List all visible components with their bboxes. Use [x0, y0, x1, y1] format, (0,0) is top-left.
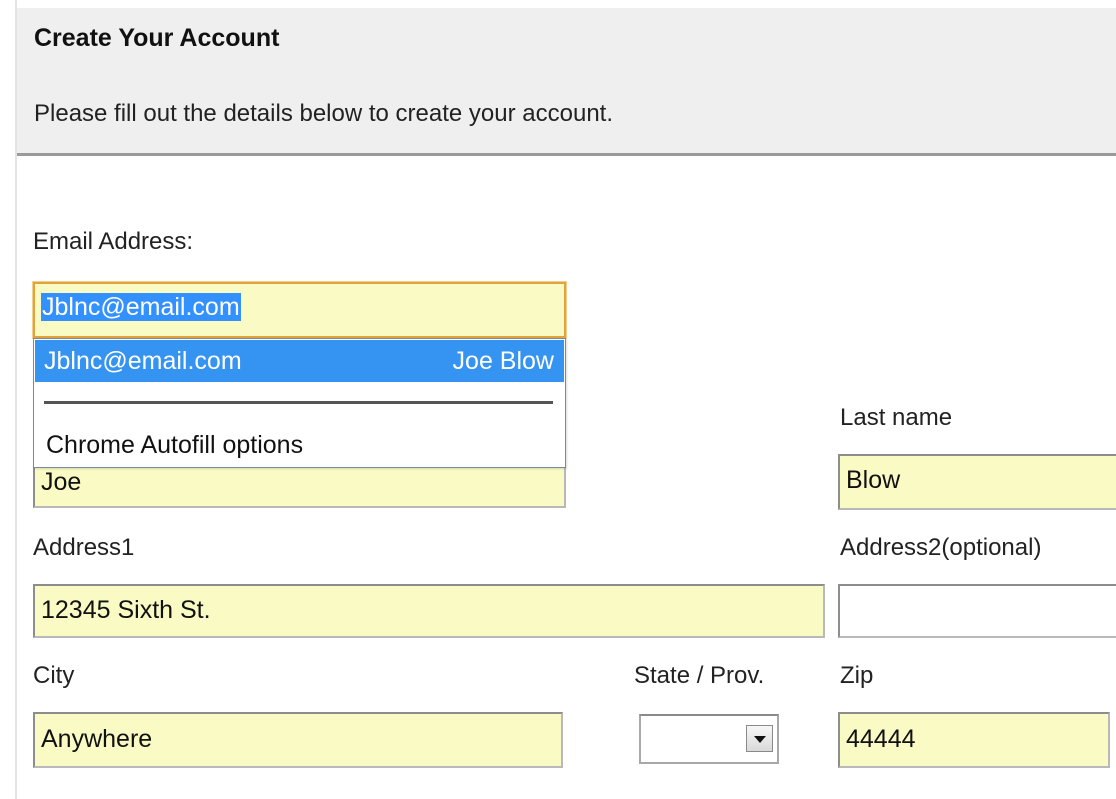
city-label: City [33, 662, 75, 689]
email-field[interactable]: Jblnc@email.com [33, 282, 566, 338]
first-name-field[interactable]: Joe [33, 464, 566, 508]
page-title: Create Your Account [34, 24, 280, 52]
state-select[interactable] [639, 714, 779, 764]
address2-field[interactable] [838, 584, 1116, 638]
zip-field[interactable]: 44444 [838, 712, 1110, 768]
email-label: Email Address: [33, 228, 194, 255]
address1-field[interactable]: 12345 Sixth St. [33, 584, 825, 638]
state-label: State / Prov. [634, 662, 765, 689]
autofill-options-link[interactable]: Chrome Autofill options [46, 431, 303, 460]
last-name-field[interactable]: Blow [838, 454, 1116, 510]
zip-label: Zip [840, 662, 874, 689]
city-field[interactable]: Anywhere [33, 712, 563, 768]
autofill-suggestion[interactable]: Jblnc@email.com Joe Blow [35, 340, 564, 382]
header-divider [17, 153, 1116, 156]
autofill-suggestion-email: Jblnc@email.com [44, 347, 242, 375]
chevron-down-icon[interactable] [746, 725, 773, 752]
page-subtitle: Please fill out the details below to cre… [34, 100, 613, 127]
autofill-dropdown: Jblnc@email.com Joe Blow Chrome Autofill… [33, 338, 566, 468]
autofill-suggestion-name: Joe Blow [452, 347, 554, 375]
account-page: Create Your Account Please fill out the … [0, 0, 1116, 799]
email-value: Jblnc@email.com [41, 293, 241, 321]
last-name-label: Last name [840, 404, 953, 431]
autofill-separator [44, 401, 553, 404]
address2-label: Address2(optional) [840, 534, 1042, 561]
address1-label: Address1 [33, 534, 135, 561]
header-panel: Create Your Account Please fill out the … [17, 8, 1116, 153]
